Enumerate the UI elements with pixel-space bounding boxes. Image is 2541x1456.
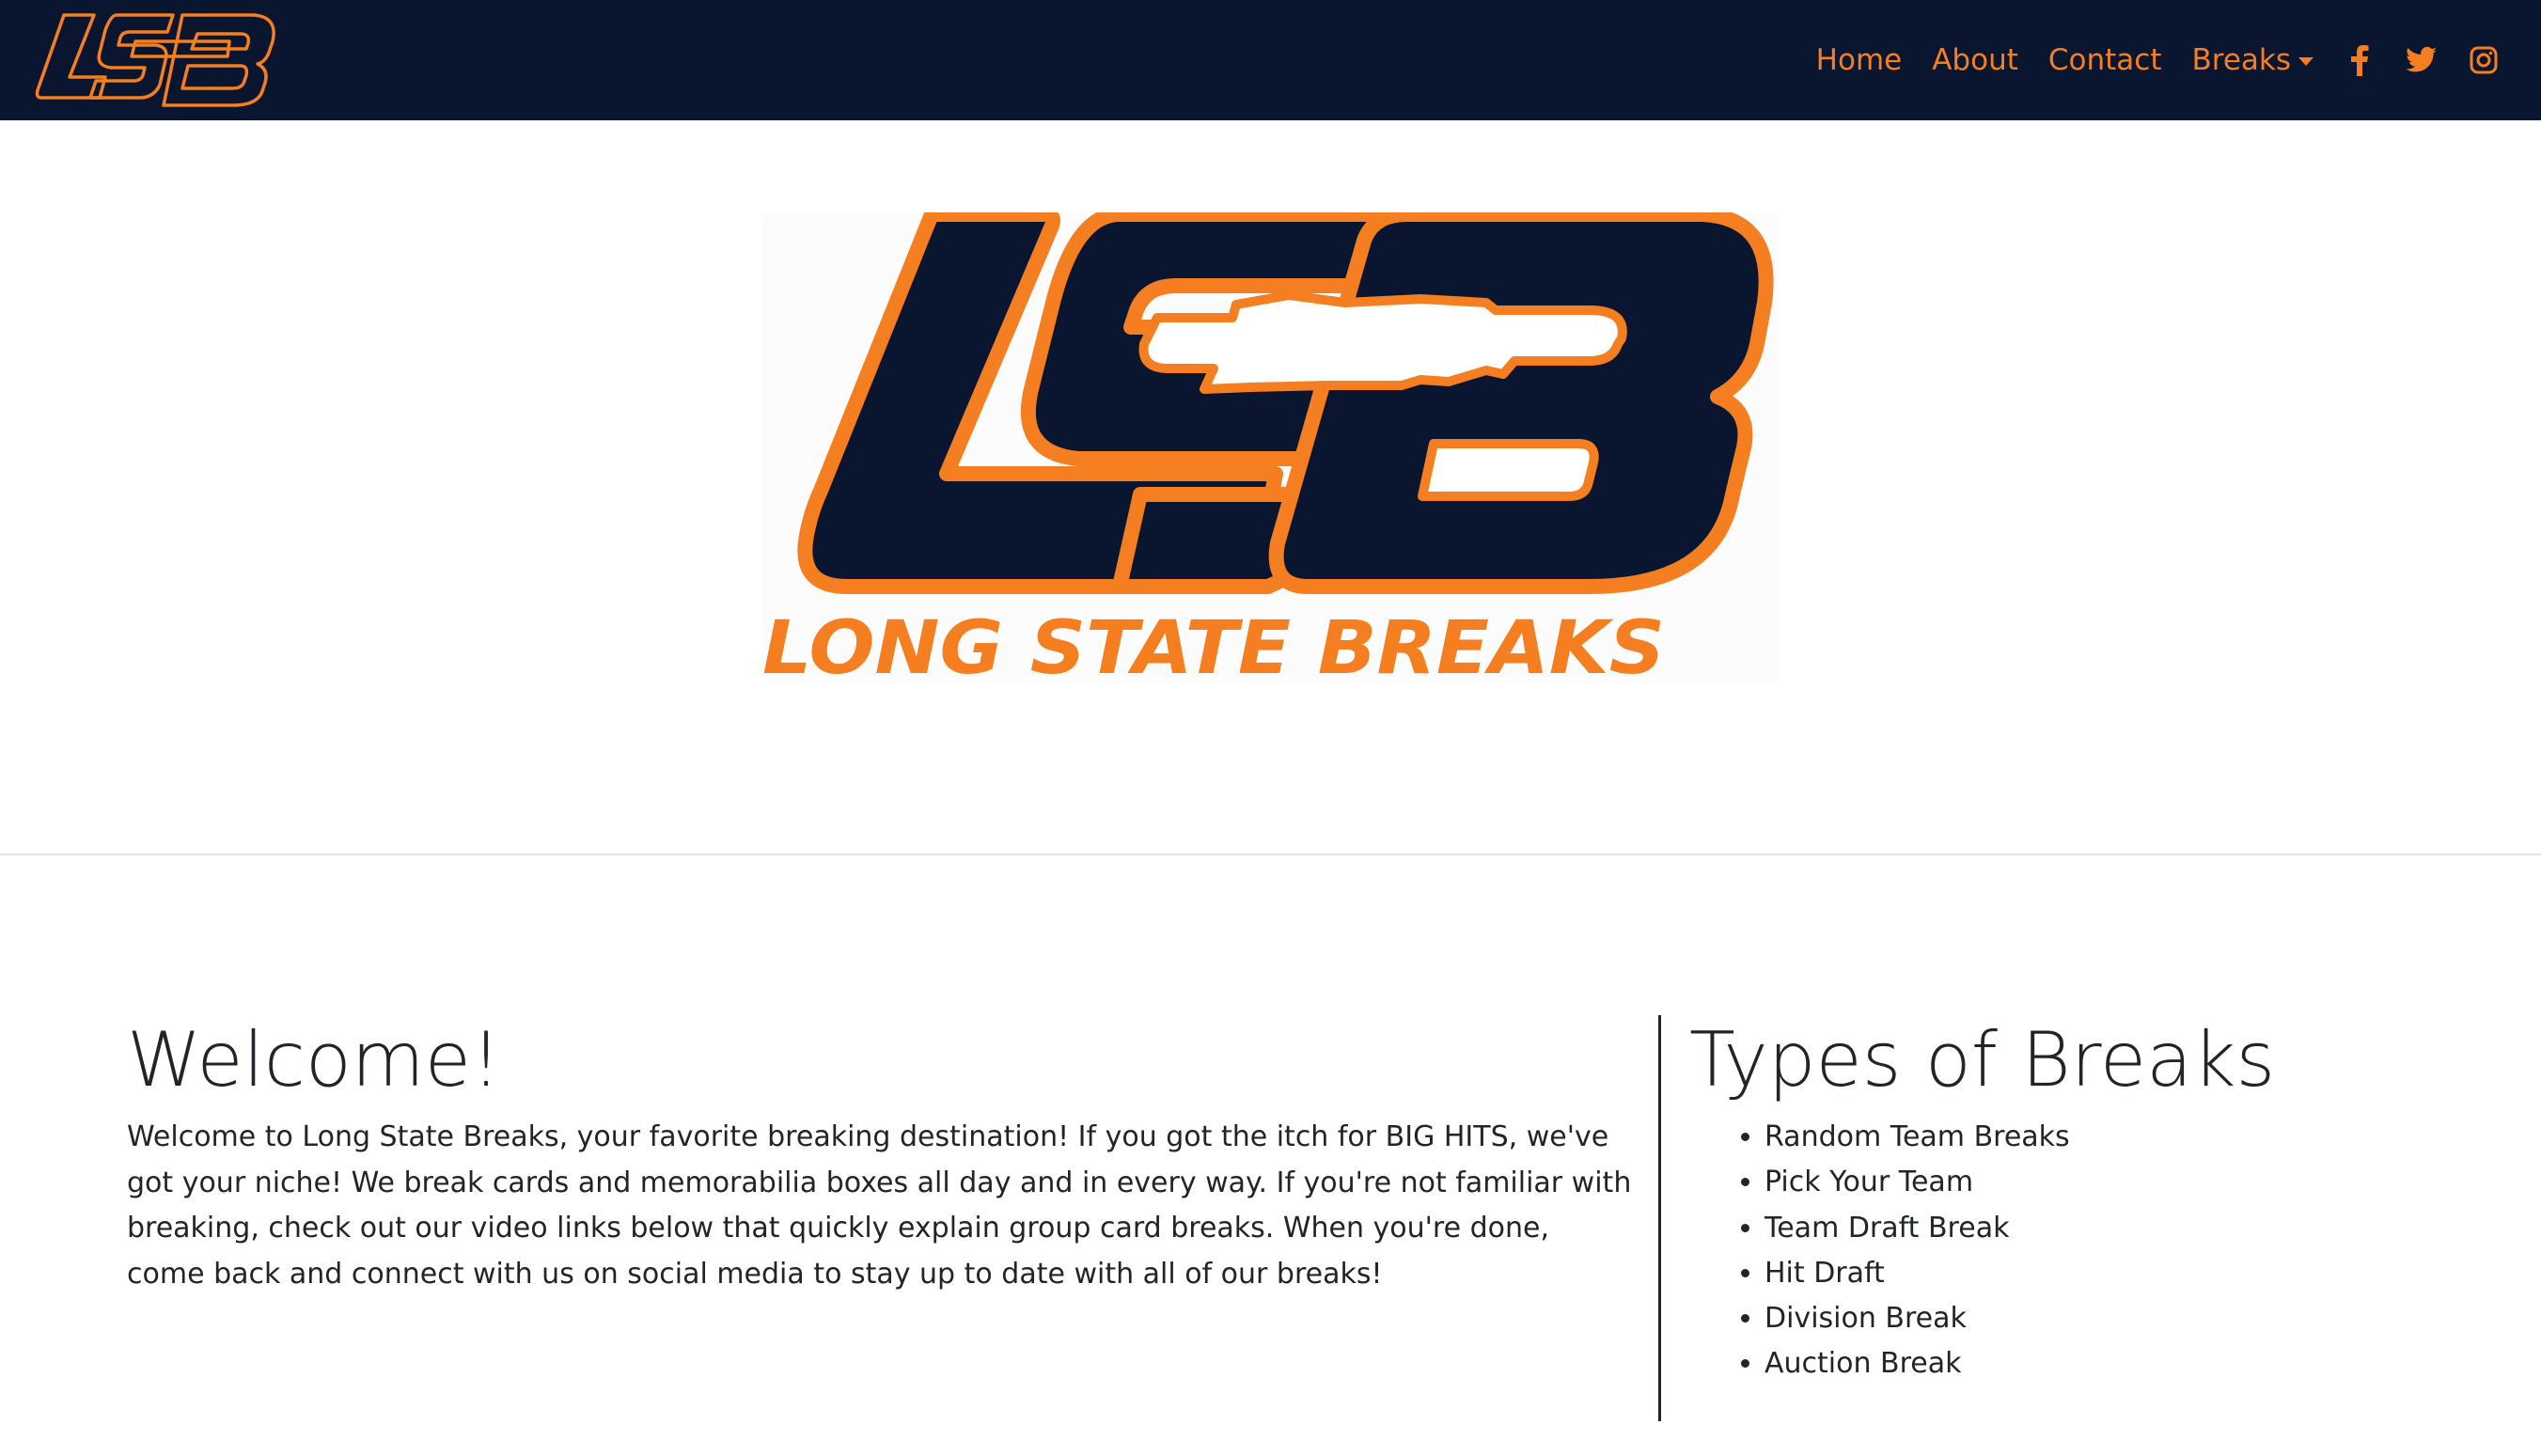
welcome-section: Welcome! Welcome to Long State Breaks, y… (127, 1015, 1636, 1297)
types-heading: Types of Breaks (1689, 1016, 2276, 1104)
navbar-brand-logo[interactable] (32, 8, 276, 113)
types-list: Random Team Breaks Pick Your Team Team D… (1689, 1115, 2498, 1387)
list-item: Pick Your Team (1765, 1160, 2498, 1205)
list-item: Random Team Breaks (1765, 1115, 2498, 1160)
nav-breaks-dropdown[interactable]: Breaks (2191, 43, 2314, 77)
types-of-breaks-section: Types of Breaks Random Team Breaks Pick … (1689, 1015, 2498, 1387)
hero-logo: LONG STATE BREAKS (762, 207, 1778, 691)
navbar-links: Home About Contact Breaks (1816, 0, 2500, 120)
hero-logo-wordmark: LONG STATE BREAKS (762, 606, 1665, 682)
nav-home-link[interactable]: Home (1816, 43, 1903, 77)
nav-about-link[interactable]: About (1932, 43, 2018, 77)
list-item: Division Break (1765, 1296, 2498, 1341)
instagram-icon[interactable] (2468, 41, 2500, 79)
facebook-icon[interactable] (2344, 41, 2376, 79)
welcome-body-text: Welcome to Long State Breaks, your favor… (127, 1120, 1632, 1291)
twitter-icon[interactable] (2406, 41, 2438, 79)
nav-contact-link[interactable]: Contact (2048, 43, 2162, 77)
list-item: Hit Draft (1765, 1251, 2498, 1296)
vertical-divider (1658, 1015, 1661, 1421)
caret-down-icon (2298, 57, 2314, 66)
hero-section: LONG STATE BREAKS (0, 120, 2541, 855)
nav-breaks-label: Breaks (2191, 43, 2291, 77)
list-item: Auction Break (1765, 1341, 2498, 1386)
top-navbar: Home About Contact Breaks (0, 0, 2541, 120)
welcome-heading: Welcome! (127, 1016, 502, 1104)
list-item: Team Draft Break (1765, 1206, 2498, 1251)
